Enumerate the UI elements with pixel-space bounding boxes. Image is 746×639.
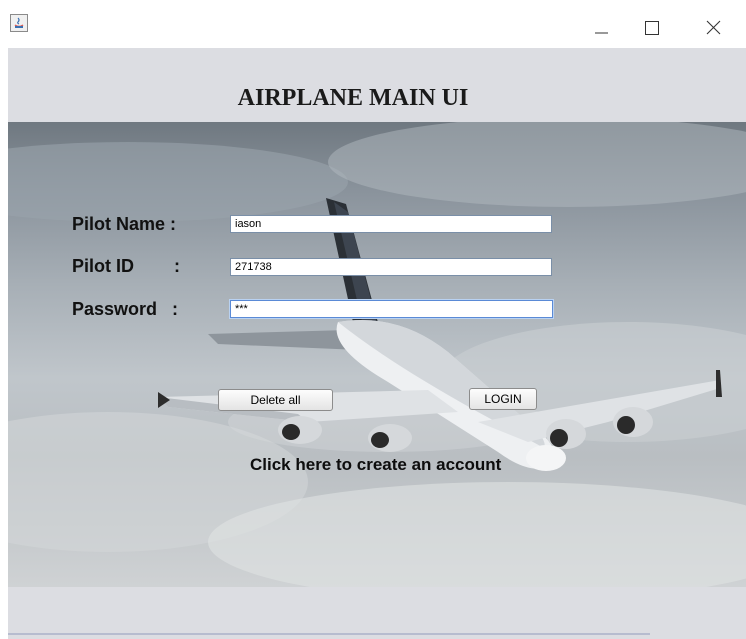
- pilot-name-field[interactable]: [230, 215, 552, 233]
- window-titlebar: [0, 0, 746, 48]
- delete-all-button[interactable]: Delete all: [218, 389, 333, 411]
- maximize-icon[interactable]: [633, 8, 679, 42]
- login-button[interactable]: LOGIN: [469, 388, 537, 410]
- footer-panel: [8, 587, 746, 635]
- password-field[interactable]: [230, 300, 553, 318]
- create-account-link[interactable]: Click here to create an account: [250, 455, 501, 475]
- java-app-icon: [10, 14, 28, 32]
- main-panel: AIRPLANE MAIN UI Pilot Name: iason Pilo…: [8, 48, 746, 639]
- airplane-image: [8, 122, 746, 587]
- header-panel: AIRPLANE MAIN UI: [8, 48, 746, 122]
- pilot-id-field[interactable]: [230, 258, 552, 276]
- page-title: AIRPLANE MAIN UI: [237, 85, 469, 111]
- airplane-background: Pilot Name : Pilot ID : Password : Delet…: [8, 122, 746, 587]
- pilot-id-label: Pilot ID :: [72, 256, 180, 276]
- password-label: Password :: [72, 299, 179, 319]
- footer-divider: [8, 633, 650, 635]
- pilot-name-label: Pilot Name :: [72, 214, 177, 234]
- close-icon[interactable]: [688, 8, 734, 42]
